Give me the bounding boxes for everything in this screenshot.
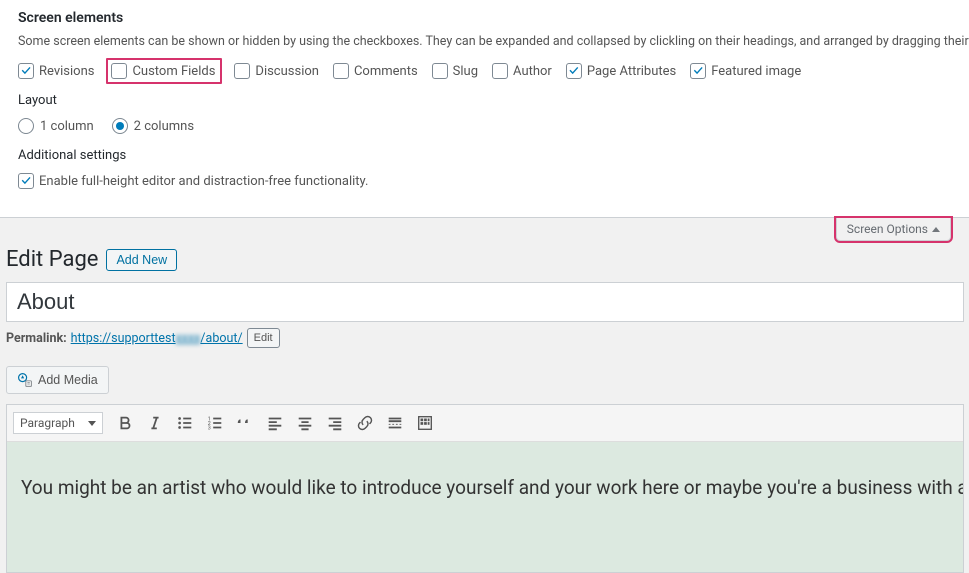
chevron-down-icon	[88, 421, 96, 426]
checkbox-option-author[interactable]: Author	[492, 63, 552, 79]
checkbox-label: Comments	[354, 64, 418, 79]
permalink-link[interactable]: https://supporttestxxxx/about/	[71, 331, 243, 346]
checkbox-comments[interactable]	[333, 63, 349, 79]
radio-1-column[interactable]	[18, 118, 34, 134]
checkbox-option-revisions[interactable]: Revisions	[18, 63, 94, 79]
permalink-row: Permalink: https://supporttestxxxx/about…	[6, 328, 969, 348]
align-left-button[interactable]	[261, 409, 289, 437]
checkbox-label: Featured image	[711, 64, 801, 79]
checkbox-custom-fields[interactable]	[111, 63, 127, 79]
number-list-button[interactable]: 123	[201, 409, 229, 437]
checkbox-slug[interactable]	[432, 63, 448, 79]
read-more-button[interactable]	[381, 409, 409, 437]
checkbox-label: Page Attributes	[587, 64, 676, 79]
add-new-button[interactable]: Add New	[106, 249, 177, 271]
link-button[interactable]	[351, 409, 379, 437]
checkbox-revisions[interactable]	[18, 63, 34, 79]
editor-toolbar: Paragraph 123	[7, 405, 963, 442]
align-center-button[interactable]	[291, 409, 319, 437]
checkbox-label: Slug	[453, 64, 478, 79]
bold-button[interactable]	[111, 409, 139, 437]
quote-button[interactable]	[231, 409, 259, 437]
checkbox-option-custom-fields[interactable]: Custom Fields	[106, 58, 222, 84]
add-media-label: Add Media	[38, 373, 98, 387]
additional-option[interactable]: Enable full-height editor and distractio…	[18, 173, 368, 189]
add-media-button[interactable]: Add Media	[6, 366, 109, 394]
layout-heading: Layout	[18, 93, 951, 108]
checkbox-label: Author	[513, 64, 552, 79]
checkbox-option-page-attributes[interactable]: Page Attributes	[566, 63, 676, 79]
checkbox-option-slug[interactable]: Slug	[432, 63, 478, 79]
permalink-label: Permalink:	[6, 331, 67, 346]
align-right-button[interactable]	[321, 409, 349, 437]
chevron-up-icon	[932, 227, 940, 232]
screen-options-tab-label: Screen Options	[847, 222, 928, 236]
layout-option-label: 1 column	[40, 119, 94, 134]
checkbox-option-comments[interactable]: Comments	[333, 63, 418, 79]
checkbox-featured-image[interactable]	[690, 63, 706, 79]
screen-options-panel: Screen elements Some screen elements can…	[0, 0, 969, 218]
checkbox-label: Discussion	[255, 64, 319, 79]
checkbox-full-height-editor[interactable]	[18, 173, 34, 189]
checkbox-discussion[interactable]	[234, 63, 250, 79]
checkbox-author[interactable]	[492, 63, 508, 79]
page-heading: Edit Page	[6, 247, 98, 272]
checkbox-page-attributes[interactable]	[566, 63, 582, 79]
additional-option-label: Enable full-height editor and distractio…	[39, 174, 368, 189]
svg-text:3: 3	[208, 425, 211, 431]
italic-button[interactable]	[141, 409, 169, 437]
screen-elements-checkboxes: Revisions Custom Fields Discussion Comments…	[18, 63, 951, 79]
checkbox-label: Revisions	[39, 64, 94, 79]
permalink-edit-button[interactable]: Edit	[247, 328, 280, 348]
bullet-list-button[interactable]	[171, 409, 199, 437]
media-icon	[17, 372, 33, 388]
page-body: Edit Page Add New Permalink: https://sup…	[0, 241, 969, 573]
screen-options-tab-wrap: Screen Options	[0, 218, 969, 241]
layout-option-label: 2 columns	[134, 119, 194, 134]
checkbox-label: Custom Fields	[132, 64, 215, 79]
editor: Paragraph 123	[6, 404, 964, 573]
screen-options-tab[interactable]: Screen Options	[836, 218, 951, 241]
format-select[interactable]: Paragraph	[13, 412, 103, 434]
screen-elements-description: Some screen elements can be shown or hid…	[18, 34, 951, 49]
toolbar-toggle-button[interactable]	[411, 409, 439, 437]
radio-2-columns[interactable]	[112, 118, 128, 134]
additional-settings-heading: Additional settings	[18, 148, 951, 163]
checkbox-option-discussion[interactable]: Discussion	[234, 63, 319, 79]
layout-options: 1 column 2 columns	[18, 118, 951, 134]
page-title-input[interactable]	[6, 282, 964, 322]
editor-content[interactable]: You might be an artist who would like to…	[7, 442, 963, 572]
layout-option[interactable]: 2 columns	[112, 118, 194, 134]
page-header: Edit Page Add New	[6, 247, 969, 272]
layout-option[interactable]: 1 column	[18, 118, 94, 134]
screen-elements-heading: Screen elements	[18, 10, 951, 26]
checkbox-option-featured-image[interactable]: Featured image	[690, 63, 801, 79]
